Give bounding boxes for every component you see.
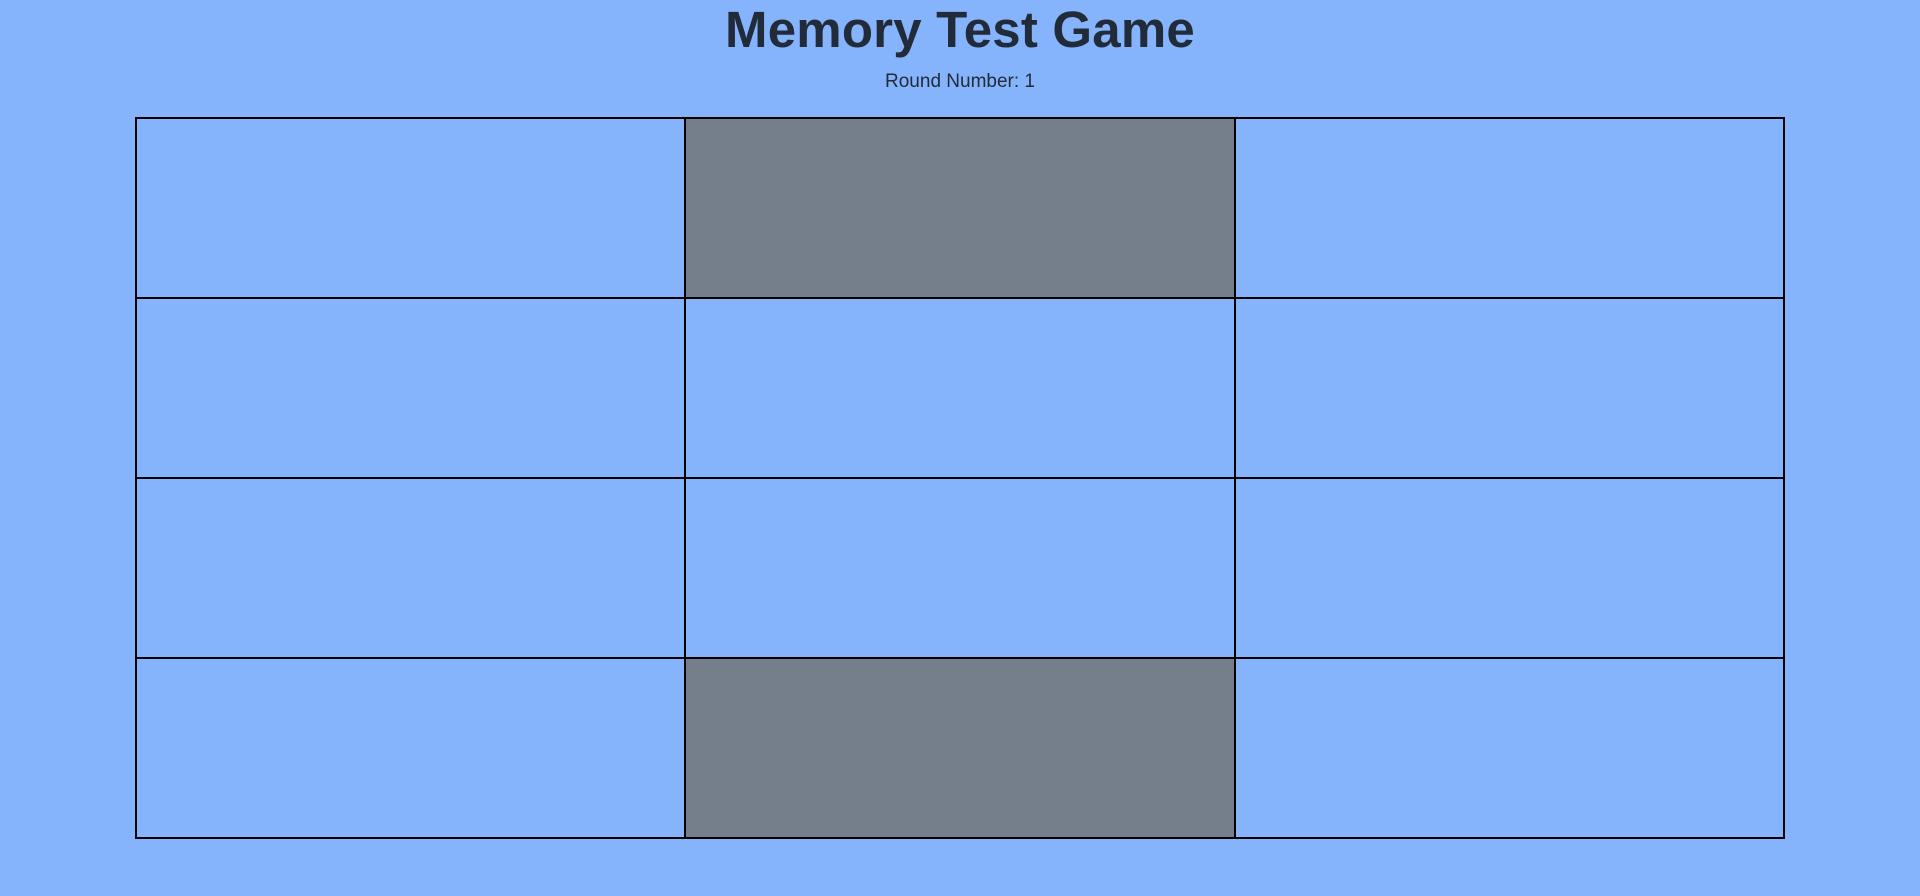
- game-board: [135, 117, 1785, 839]
- grid-tile[interactable]: [1234, 658, 1784, 838]
- grid-tile[interactable]: [1234, 298, 1784, 478]
- grid-tile[interactable]: [685, 298, 1235, 478]
- round-number: Round Number: 1: [885, 71, 1035, 92]
- grid-tile-lit[interactable]: [685, 658, 1235, 838]
- grid-tile[interactable]: [136, 298, 686, 478]
- grid-tile[interactable]: [136, 658, 686, 838]
- grid-tile[interactable]: [136, 118, 686, 298]
- grid-tile[interactable]: [1234, 118, 1784, 298]
- grid-tile[interactable]: [685, 478, 1235, 658]
- grid-tile[interactable]: [1234, 478, 1784, 658]
- grid-tile[interactable]: [136, 478, 686, 658]
- page-title: Memory Test Game: [725, 1, 1195, 58]
- grid-tile-lit[interactable]: [685, 118, 1235, 298]
